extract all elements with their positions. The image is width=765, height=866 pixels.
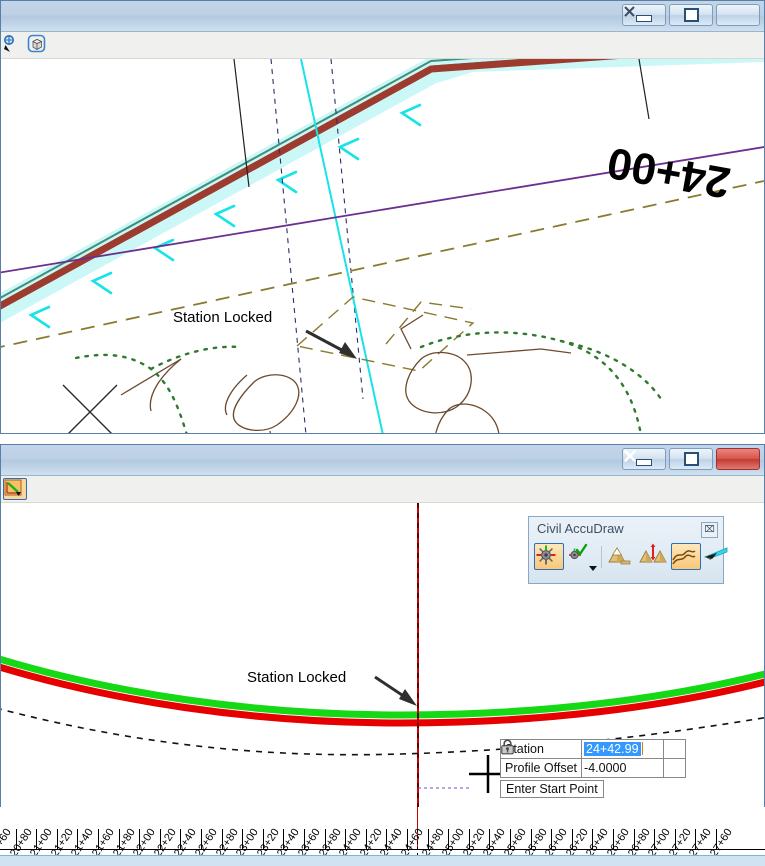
profile-view-window: Station Locked bbox=[0, 444, 765, 866]
maximize-icon bbox=[683, 452, 699, 466]
close-icon bbox=[624, 450, 636, 462]
profile-close-button[interactable] bbox=[624, 448, 760, 470]
civil-accudraw-dialog[interactable]: Civil AccuDraw ⌧ bbox=[528, 516, 728, 584]
plan-drawing bbox=[1, 59, 764, 433]
close-icon: ⌧ bbox=[704, 524, 715, 534]
profile-maximize-button[interactable] bbox=[669, 448, 713, 470]
profile-station-locked-annotation: Station Locked bbox=[247, 669, 346, 686]
ruler-scrollbar[interactable] bbox=[0, 855, 765, 866]
profile-offset-field-input[interactable]: -4.0000 bbox=[581, 758, 665, 778]
profile-toolbar bbox=[1, 476, 764, 503]
minimize-icon bbox=[636, 15, 652, 22]
profile-window-titlebar[interactable] bbox=[1, 445, 764, 476]
station-lock-icon[interactable] bbox=[703, 543, 733, 570]
plan-view-window: 24+00 Station Locked bbox=[0, 0, 765, 434]
set-origin-icon[interactable] bbox=[607, 543, 637, 570]
plan-view-canvas[interactable]: 24+00 Station Locked bbox=[1, 59, 764, 433]
station-lock-toggle[interactable] bbox=[501, 739, 687, 759]
profile-chart-icon[interactable] bbox=[3, 478, 27, 500]
maximize-icon bbox=[683, 8, 699, 22]
plan-annotation-text: Station Locked bbox=[173, 309, 273, 326]
padlock-closed-icon bbox=[501, 739, 514, 755]
profile-offset-field-value: -4.0000 bbox=[584, 761, 627, 775]
profile-offset-lock-toggle[interactable] bbox=[501, 739, 687, 778]
plan-maximize-button[interactable] bbox=[669, 4, 713, 26]
accudraw-close-button[interactable]: ⌧ bbox=[701, 522, 718, 538]
window-gap bbox=[0, 434, 765, 444]
profile-annotation-text: Station Locked bbox=[247, 669, 347, 686]
enter-start-point-prompt[interactable]: Enter Start Point bbox=[500, 780, 604, 798]
accudraw-title: Civil AccuDraw bbox=[537, 521, 624, 536]
close-icon bbox=[624, 6, 635, 17]
station-input-panel[interactable]: Station 24+42.99 Profile Offset -4.0000 bbox=[499, 739, 687, 798]
accudraw-toolbar bbox=[534, 543, 733, 571]
station-field-value: 24+42.99 bbox=[584, 742, 641, 756]
plan-window-controls bbox=[622, 4, 760, 26]
minimize-icon bbox=[636, 459, 652, 466]
accudraw-toggle-icon[interactable] bbox=[534, 543, 564, 570]
accudraw-settings-icon[interactable] bbox=[566, 543, 597, 571]
plan-close-button[interactable] bbox=[624, 4, 760, 26]
chevron-down-icon[interactable] bbox=[589, 566, 597, 571]
station-ruler[interactable]: 20+60 20+80 21+00 21+20 21+40 21+60 21+80 22+00… bbox=[0, 807, 765, 866]
profile-lock-icon[interactable] bbox=[671, 543, 701, 570]
plan-station-locked-annotation: Station Locked bbox=[173, 309, 272, 326]
table-row: Station 24+42.99 bbox=[499, 739, 687, 759]
table-row: Profile Offset -4.0000 bbox=[499, 739, 687, 778]
plan-toolbar bbox=[1, 32, 764, 59]
text-caret bbox=[641, 742, 643, 755]
accudraw-separator bbox=[601, 545, 602, 568]
profile-offset-field-label: Profile Offset bbox=[499, 758, 583, 778]
profile-window-controls bbox=[622, 448, 760, 470]
cube-3d-icon[interactable] bbox=[27, 34, 51, 56]
zoom-icon[interactable] bbox=[3, 34, 27, 56]
station-field-input[interactable]: 24+42.99 bbox=[581, 739, 665, 759]
set-elevation-icon[interactable] bbox=[639, 543, 669, 570]
station-fields-table: Station 24+42.99 Profile Offset -4.0000 bbox=[499, 739, 687, 778]
plan-window-titlebar[interactable] bbox=[1, 1, 764, 32]
